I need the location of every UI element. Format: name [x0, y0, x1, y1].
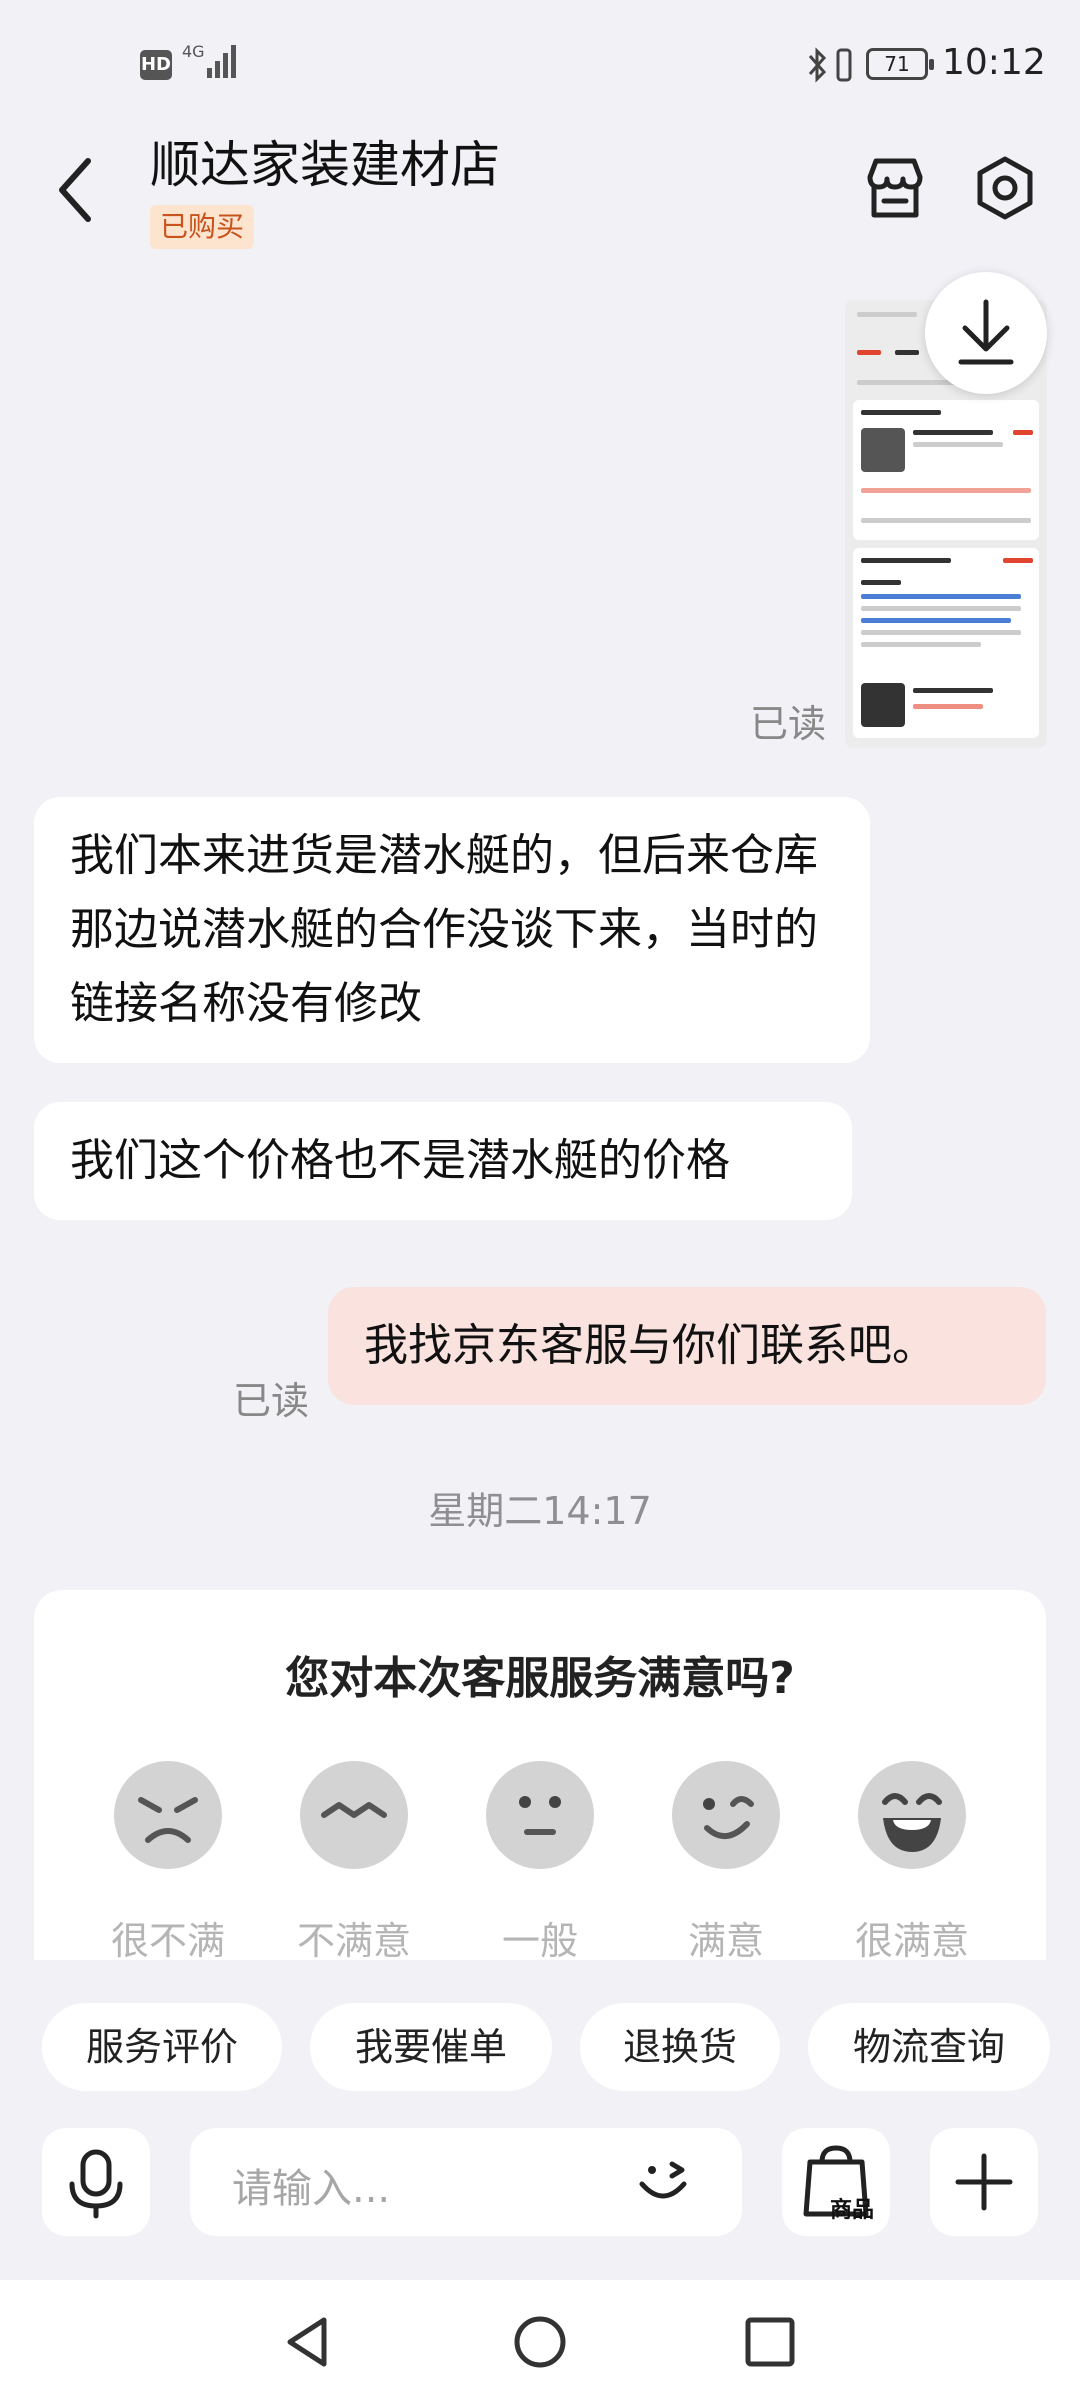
goods-button[interactable]: 商品: [782, 2128, 890, 2236]
read-receipt: 已读: [750, 702, 827, 746]
message-timestamp: 星期二14:17: [428, 1489, 652, 1533]
message-bubble-shop[interactable]: 我们本来进货是潜水艇的，但后来仓库那边说潜水艇的合作没谈下来，当时的链接名称没有…: [34, 797, 870, 1063]
read-receipt: 已读: [233, 1379, 310, 1423]
download-button[interactable]: [925, 272, 1047, 394]
service-review-chip[interactable]: 服务评价: [42, 2003, 282, 2091]
bluetooth-icon: [808, 47, 827, 83]
emoji-icon[interactable]: [630, 2150, 696, 2216]
unsatisfied-face-icon[interactable]: [299, 1760, 409, 1870]
survey-option-label: 满意: [687, 1919, 764, 1963]
survey-option-label: 很满意: [854, 1919, 969, 1963]
survey-option-label: 一般: [501, 1919, 578, 1963]
return-exchange-chip[interactable]: 退换货: [580, 2003, 780, 2091]
shop-title: 顺达家装建材店: [150, 136, 500, 194]
network-type: 4G: [182, 42, 205, 61]
more-button[interactable]: [930, 2128, 1038, 2236]
purchased-badge: 已购买: [150, 205, 255, 249]
microphone-icon: [69, 2149, 123, 2219]
neutral-face-icon[interactable]: [485, 1760, 595, 1870]
message-bubble-shop[interactable]: 我们这个价格也不是潜水艇的价格: [34, 1102, 852, 1220]
status-bar: HD 4G 71 10:12: [0, 0, 1080, 130]
hd-indicator: HD: [140, 50, 172, 80]
signal-icon: [207, 45, 236, 78]
voice-input-button[interactable]: [42, 2128, 150, 2236]
very-satisfied-face-icon[interactable]: [857, 1760, 967, 1870]
very-unsatisfied-face-icon[interactable]: [113, 1760, 223, 1870]
survey-option-label: 很不满: [110, 1919, 225, 1963]
settings-icon[interactable]: [972, 155, 1038, 221]
download-icon: [958, 299, 1014, 365]
back-chevron-icon[interactable]: [50, 155, 100, 225]
clock: 10:12: [942, 42, 1046, 83]
vibrate-icon: [836, 48, 852, 82]
input-placeholder: 请输入...: [232, 2166, 391, 2212]
system-navigation-bar: [0, 2280, 1080, 2400]
store-icon[interactable]: [862, 155, 928, 221]
battery-indicator: 71: [866, 48, 934, 80]
survey-question: 您对本次客服服务满意吗?: [285, 1653, 795, 1704]
message-bubble-user[interactable]: 我找京东客服与你们联系吧。: [328, 1287, 1046, 1405]
satisfied-face-icon[interactable]: [671, 1760, 781, 1870]
logistics-query-chip[interactable]: 物流查询: [808, 2003, 1050, 2091]
goods-label: 商品: [830, 2198, 875, 2223]
nav-home-icon[interactable]: [512, 2314, 568, 2370]
plus-icon: [955, 2153, 1013, 2211]
urge-order-chip[interactable]: 我要催单: [310, 2003, 552, 2091]
message-input[interactable]: 请输入...: [190, 2128, 742, 2236]
survey-option-label: 不满意: [296, 1919, 411, 1963]
satisfaction-survey-card: 您对本次客服服务满意吗? 很不满 不满意 一般 满意 很满意: [34, 1590, 1046, 1963]
nav-back-icon[interactable]: [280, 2314, 336, 2370]
nav-recents-icon[interactable]: [742, 2314, 798, 2370]
